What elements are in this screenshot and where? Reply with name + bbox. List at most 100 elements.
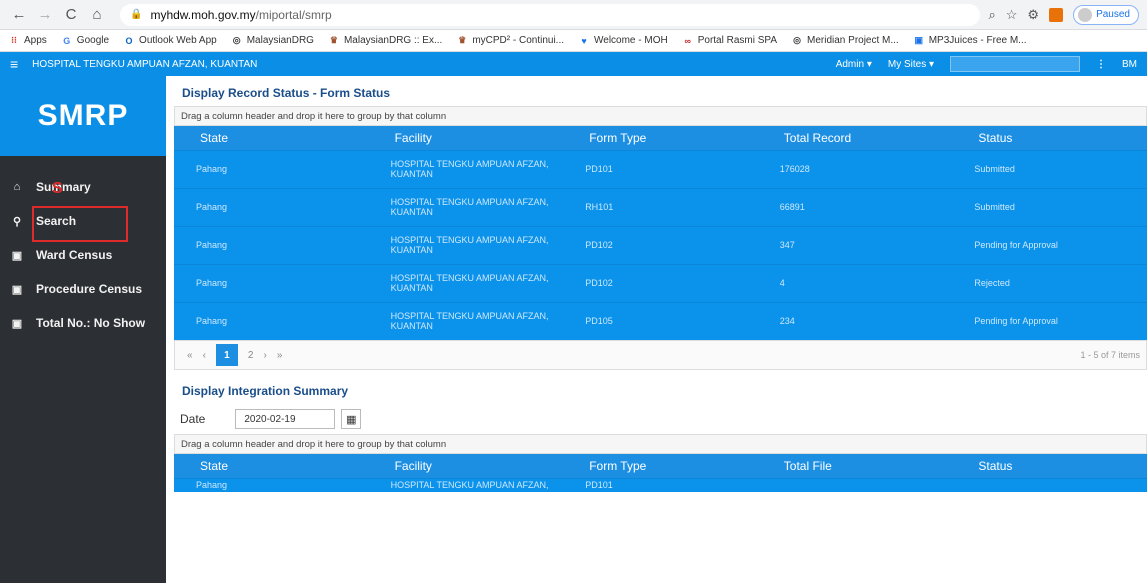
- integration-group-by-bar[interactable]: Drag a column header and drop it here to…: [174, 434, 1147, 454]
- table-row[interactable]: Pahang HOSPITAL TENGKU AMPUAN AFZAN, KUAN…: [174, 225, 1147, 264]
- bookmark-label: Apps: [24, 35, 47, 46]
- search-icon: ⚲: [12, 215, 22, 228]
- table-cell: Pending for Approval: [952, 225, 1147, 264]
- extension-icon[interactable]: ⚙: [1027, 7, 1039, 23]
- drg-icon: ♛: [329, 35, 338, 45]
- table-row[interactable]: Pahang HOSPITAL TENGKU AMPUAN AFZAN, PD101: [174, 477, 1147, 492]
- briefcase-icon: ▣: [11, 249, 23, 262]
- bookmark-item[interactable]: O Outlook Web App: [123, 35, 217, 47]
- table-cell: Pahang: [174, 263, 369, 302]
- record-status-title: Display Record Status - Form Status: [182, 86, 391, 100]
- table-cell: 234: [757, 301, 953, 340]
- sidebar-item-total-no-no-show[interactable]: ▣ Total No.: No Show: [0, 306, 166, 340]
- bookmark-item[interactable]: ◎ Meridian Project M...: [791, 35, 899, 47]
- table-cell: Pahang: [174, 149, 369, 188]
- table-row[interactable]: Pahang HOSPITAL TENGKU AMPUAN AFZAN, KUAN…: [174, 301, 1147, 340]
- table-cell: HOSPITAL TENGKU AMPUAN AFZAN, KUANTAN: [368, 301, 564, 340]
- hamburger-menu-icon[interactable]: ≡: [10, 56, 18, 72]
- bookmark-item[interactable]: ◎ MalaysianDRG: [231, 35, 314, 47]
- table-cell: Pahang: [174, 301, 369, 340]
- column-header[interactable]: Form Type: [563, 126, 758, 150]
- table-cell: Rejected: [952, 263, 1147, 302]
- integration-table: State Facility Form Type Total File Status P…: [174, 454, 1147, 492]
- admin-menu[interactable]: Admin ▾: [836, 59, 872, 70]
- my-sites-menu[interactable]: My Sites ▾: [888, 59, 934, 70]
- column-header[interactable]: State: [174, 454, 369, 478]
- column-header[interactable]: Form Type: [563, 454, 758, 478]
- reload-icon[interactable]: C: [60, 4, 82, 26]
- bookmark-item[interactable]: ♛ MalaysianDRG :: Ex...: [328, 35, 442, 47]
- table-cell: PD105: [563, 301, 758, 340]
- back-icon[interactable]: ←: [8, 4, 30, 26]
- date-label: Date: [180, 412, 206, 426]
- column-header[interactable]: Total File: [757, 454, 953, 478]
- page-1-button[interactable]: 1: [215, 344, 238, 366]
- heart-icon: ♥: [581, 35, 587, 46]
- bookmark-label: Google: [76, 35, 110, 46]
- bookmark-label: Portal Rasmi SPA: [697, 35, 778, 46]
- column-header[interactable]: Facility: [368, 126, 564, 150]
- table-cell: PD102: [563, 225, 758, 264]
- sidebar-item-label: Procedure Census: [36, 282, 143, 296]
- column-header[interactable]: Status: [952, 454, 1147, 478]
- music-icon: ▣: [914, 35, 923, 45]
- bookmark-item[interactable]: ∞ Portal Rasmi SPA: [682, 35, 778, 47]
- sidebar-item-procedure-census[interactable]: ▣ Procedure Census: [0, 272, 166, 306]
- lock-icon: 🔒: [130, 9, 143, 20]
- bookmark-label: myCPD² - Continui...: [472, 35, 564, 46]
- sidebar-item-label: Ward Census: [36, 248, 113, 262]
- prev-page-icon[interactable]: ‹: [203, 350, 206, 361]
- globe-icon: ◎: [793, 35, 801, 45]
- table-row[interactable]: Pahang HOSPITAL TENGKU AMPUAN AFZAN, KUAN…: [174, 149, 1147, 188]
- first-page-icon[interactable]: «: [187, 350, 193, 361]
- table-cell: [757, 477, 953, 492]
- briefcase-icon: ▣: [11, 283, 23, 296]
- url-host: myhdw.moh.gov.my: [150, 7, 256, 22]
- sidebar-item-summary[interactable]: ⌂ Summary: [0, 170, 166, 204]
- bookmark-label: Outlook Web App: [139, 35, 217, 46]
- bookmark-item[interactable]: ⁝⁝ Apps: [8, 35, 47, 47]
- column-header[interactable]: Total Record: [757, 126, 953, 150]
- table-cell: Submitted: [952, 149, 1147, 188]
- profile-paused-button[interactable]: Paused: [1073, 4, 1139, 25]
- star-icon[interactable]: ☆: [1006, 7, 1018, 23]
- table-cell: 347: [757, 225, 953, 264]
- google-icon: G: [63, 35, 71, 46]
- extension-orange-icon[interactable]: [1049, 7, 1064, 22]
- table-cell: [952, 477, 1147, 492]
- globe-icon: ◎: [232, 35, 241, 45]
- zoom-icon[interactable]: ⌕: [988, 7, 995, 23]
- home-icon[interactable]: ⌂: [86, 4, 108, 26]
- url-path: /miportal/smrp: [255, 7, 332, 22]
- bookmark-label: Welcome - MOH: [594, 35, 668, 46]
- column-header[interactable]: Status: [952, 126, 1147, 150]
- grid-icon: ⁝⁝: [11, 35, 17, 45]
- user-initials[interactable]: BM: [1122, 59, 1137, 70]
- last-page-icon[interactable]: »: [277, 350, 283, 361]
- bookmark-item[interactable]: ♥ Welcome - MOH: [578, 35, 668, 47]
- next-page-icon[interactable]: ›: [263, 350, 266, 361]
- drg-icon: ♛: [458, 35, 467, 45]
- bookmark-item[interactable]: G Google: [61, 35, 109, 47]
- sidebar-item-label: Total No.: No Show: [36, 316, 146, 330]
- date-input[interactable]: 2020-02-19: [235, 409, 336, 429]
- calendar-icon[interactable]: ▦: [341, 409, 362, 429]
- forward-icon[interactable]: →: [34, 4, 56, 26]
- table-row[interactable]: Pahang HOSPITAL TENGKU AMPUAN AFZAN, KUAN…: [174, 263, 1147, 302]
- page-2-button[interactable]: 2: [248, 350, 254, 361]
- more-vertical-icon[interactable]: ⋮: [1096, 59, 1106, 70]
- table-row[interactable]: Pahang HOSPITAL TENGKU AMPUAN AFZAN, KUAN…: [174, 187, 1147, 226]
- bookmark-item[interactable]: ▣ MP3Juices - Free M...: [913, 35, 1026, 47]
- sidebar-item-label: Summary: [36, 180, 91, 194]
- group-by-bar[interactable]: Drag a column header and drop it here to…: [174, 106, 1147, 126]
- annotation-mark: S: [52, 180, 63, 197]
- column-header[interactable]: State: [174, 126, 369, 150]
- address-bar[interactable]: 🔒 myhdw.moh.gov.my /miportal/smrp: [120, 3, 981, 26]
- bookmark-item[interactable]: ♛ myCPD² - Continui...: [456, 35, 564, 47]
- table-cell: HOSPITAL TENGKU AMPUAN AFZAN,: [368, 477, 564, 492]
- column-header[interactable]: Facility: [368, 454, 564, 478]
- bookmarks-bar: ⁝⁝ Apps G Google O Outlook Web App ◎ MalaysianD…: [0, 30, 1147, 52]
- user-name-box[interactable]: [950, 56, 1080, 72]
- table-cell: HOSPITAL TENGKU AMPUAN AFZAN, KUANTAN: [368, 225, 564, 264]
- sidebar-item-ward-census[interactable]: ▣ Ward Census: [0, 238, 166, 272]
